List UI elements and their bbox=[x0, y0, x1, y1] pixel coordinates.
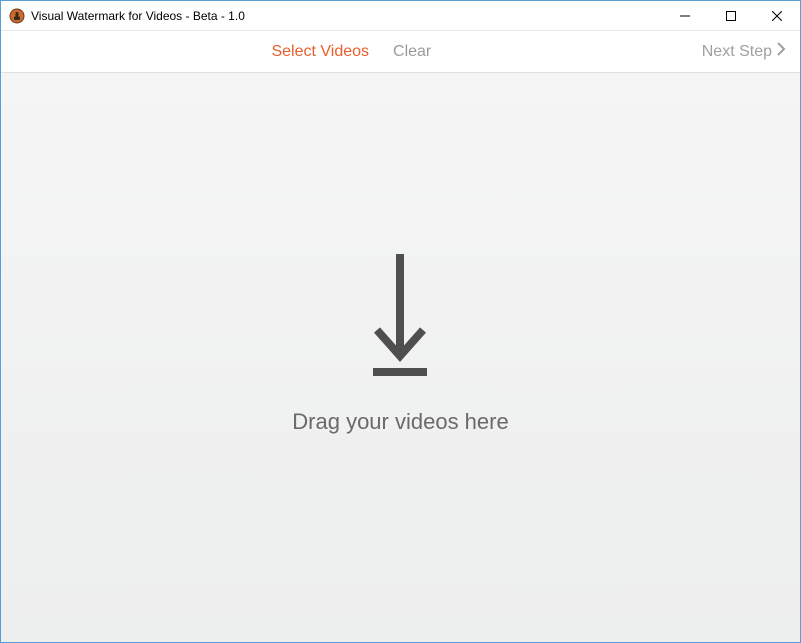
titlebar[interactable]: Visual Watermark for Videos - Beta - 1.0 bbox=[1, 1, 800, 31]
maximize-button[interactable] bbox=[708, 1, 754, 30]
download-arrow-icon bbox=[365, 252, 435, 387]
app-window: Visual Watermark for Videos - Beta - 1.0… bbox=[0, 0, 801, 643]
next-step-label: Next Step bbox=[702, 43, 772, 61]
toolbar: Select Videos Clear Next Step bbox=[1, 31, 800, 73]
window-controls bbox=[662, 1, 800, 30]
chevron-right-icon bbox=[776, 42, 786, 61]
app-icon bbox=[9, 8, 25, 24]
select-videos-button[interactable]: Select Videos bbox=[271, 43, 369, 61]
close-button[interactable] bbox=[754, 1, 800, 30]
clear-button[interactable]: Clear bbox=[393, 43, 431, 61]
next-step-button[interactable]: Next Step bbox=[702, 42, 786, 61]
drop-area[interactable]: Drag your videos here bbox=[292, 252, 508, 435]
minimize-button[interactable] bbox=[662, 1, 708, 30]
content-area[interactable]: Drag your videos here bbox=[1, 73, 800, 642]
window-title: Visual Watermark for Videos - Beta - 1.0 bbox=[31, 9, 245, 23]
toolbar-center: Select Videos Clear bbox=[1, 43, 702, 61]
drop-text: Drag your videos here bbox=[292, 409, 508, 435]
